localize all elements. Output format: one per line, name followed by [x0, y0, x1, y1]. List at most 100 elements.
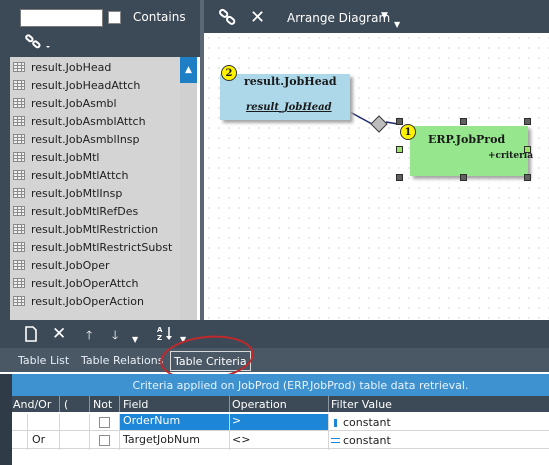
list-item[interactable]: result.JobMtlRestriction	[10, 220, 180, 238]
resize-handle[interactable]	[524, 174, 531, 181]
row-gutter	[0, 374, 12, 465]
operation-cell[interactable]: >	[229, 414, 328, 430]
table-grid-icon	[13, 80, 25, 90]
arrange-diagram-button[interactable]: Arrange Diagram	[287, 11, 390, 25]
list-item-label: result.JobOperAttch	[31, 276, 139, 290]
list-item-label: result.JobHeadAttch	[31, 78, 141, 92]
list-item-label: result.JobMtlInsp	[31, 186, 123, 200]
move-up-icon[interactable]: 🡑	[86, 326, 92, 347]
table-grid-icon	[13, 116, 25, 126]
resize-handle[interactable]	[396, 174, 403, 181]
list-item[interactable]: result.JobHead	[10, 58, 180, 76]
svg-text:Z: Z	[157, 334, 162, 341]
node-subtitle: result_JobHead	[246, 102, 332, 113]
list-item[interactable]: result.JobAsmbl	[10, 94, 180, 112]
list-item[interactable]: result.JobOperAction	[10, 292, 180, 310]
list-item[interactable]: result.JobMtlInsp	[10, 184, 180, 202]
column-header-not[interactable]: Not	[93, 398, 112, 411]
close-icon[interactable]: ✕	[250, 7, 272, 29]
chevron-down-icon[interactable]: ▼	[132, 335, 138, 344]
table-grid-icon	[13, 98, 25, 108]
list-item-label: result.JobMtlAttch	[31, 168, 129, 182]
list-item-label: result.JobAsmblAttch	[31, 114, 146, 128]
list-item[interactable]: result.JobMtl	[10, 148, 180, 166]
node-number-badge: 2	[221, 65, 237, 81]
not-checkbox[interactable]	[99, 435, 110, 446]
new-document-icon[interactable]	[24, 326, 38, 345]
constant-icon	[331, 436, 340, 446]
table-grid-icon	[13, 260, 25, 270]
column-header-field[interactable]: Field	[123, 398, 148, 411]
table-grid-icon	[13, 224, 25, 234]
chevron-down-icon[interactable]: ▼	[394, 20, 400, 29]
table-grid-icon	[13, 296, 25, 306]
table-grid-icon	[13, 206, 25, 216]
filter-cell[interactable]: constant	[331, 416, 391, 429]
filter-value: constant	[343, 416, 391, 429]
table-grid-icon	[13, 188, 25, 198]
list-item[interactable]: result.JobAsmblInsp	[10, 130, 180, 148]
constant-icon	[331, 418, 340, 428]
contains-checkbox[interactable]	[108, 11, 121, 24]
column-header-paren[interactable]: (	[64, 398, 68, 411]
left-panel-border	[0, 57, 10, 320]
list-item[interactable]: result.JobMtlAttch	[10, 166, 180, 184]
list-item-label: result.JobMtlRefDes	[31, 204, 139, 218]
link-button[interactable]	[214, 7, 244, 29]
table-grid-icon	[13, 170, 25, 180]
resize-handle[interactable]	[460, 118, 467, 125]
list-item[interactable]: result.JobHeadAttch	[10, 76, 180, 94]
move-down-icon[interactable]: 🡓	[112, 326, 118, 347]
criteria-toolbar	[0, 320, 549, 348]
scroll-up-button[interactable]: ▲	[180, 57, 197, 83]
list-item-label: result.JobMtlRestrictSubst	[31, 240, 173, 254]
table-list-scrollbar[interactable]	[180, 57, 197, 320]
table-grid-icon	[13, 134, 25, 144]
table-row[interactable]	[12, 432, 549, 449]
table-grid-icon	[13, 152, 25, 162]
list-item[interactable]: result.JobAsmblAttch	[10, 112, 180, 130]
column-header-andor[interactable]: And/Or	[13, 398, 51, 411]
delete-icon[interactable]: ✕	[52, 324, 66, 344]
list-item[interactable]: result.JobOperAttch	[10, 274, 180, 292]
node-number-badge: 1	[400, 124, 416, 140]
list-item-label: result.JobAsmbl	[31, 96, 117, 110]
resize-handle[interactable]	[396, 146, 403, 153]
list-item[interactable]: result.JobMtlRestrictSubst	[10, 238, 180, 256]
table-list: result.JobHead result.JobHeadAttch result.…	[10, 57, 197, 320]
table-grid-icon	[13, 62, 25, 72]
andor-cell[interactable]: Or	[32, 433, 45, 446]
filter-cell[interactable]: constant	[331, 434, 391, 447]
column-header-filter[interactable]: Filter Value	[331, 398, 392, 411]
resize-handle[interactable]	[460, 174, 467, 181]
not-checkbox[interactable]	[99, 417, 110, 428]
contains-label: Contains	[133, 10, 186, 24]
tab-table-relations[interactable]: Table Relations	[81, 354, 163, 367]
table-grid-icon	[13, 278, 25, 288]
filter-value: constant	[343, 434, 391, 447]
field-cell[interactable]: OrderNum	[120, 414, 229, 430]
list-item-label: result.JobMtlRestriction	[31, 222, 159, 236]
node-title: ERP.JobProd	[428, 133, 506, 146]
resize-handle[interactable]	[524, 118, 531, 125]
column-header-operation[interactable]: Operation	[232, 398, 287, 411]
list-item-label: result.JobMtl	[31, 150, 100, 164]
list-item-label: result.JobOper	[31, 258, 110, 272]
link-icon[interactable]	[24, 33, 52, 51]
operation-cell[interactable]: <>	[232, 433, 250, 446]
resize-handle[interactable]	[524, 146, 531, 153]
list-item-label: result.JobOperAction	[31, 294, 144, 308]
sort-icon[interactable]: A Z	[157, 325, 175, 344]
list-item-label: result.JobHead	[31, 60, 112, 74]
field-cell[interactable]: TargetJobNum	[123, 433, 200, 446]
criteria-info-bar: Criteria applied on JobProd (ERP.JobProd…	[12, 374, 549, 396]
list-item-label: result.JobAsmblInsp	[31, 132, 140, 146]
resize-handle[interactable]	[396, 118, 403, 125]
table-grid-icon	[13, 242, 25, 252]
tab-table-list[interactable]: Table List	[18, 354, 69, 367]
list-item[interactable]: result.JobMtlRefDes	[10, 202, 180, 220]
chevron-down-icon[interactable]: ▼	[381, 11, 388, 21]
list-item[interactable]: result.JobOper	[10, 256, 180, 274]
search-input[interactable]	[20, 9, 103, 27]
svg-text:A: A	[157, 326, 163, 334]
